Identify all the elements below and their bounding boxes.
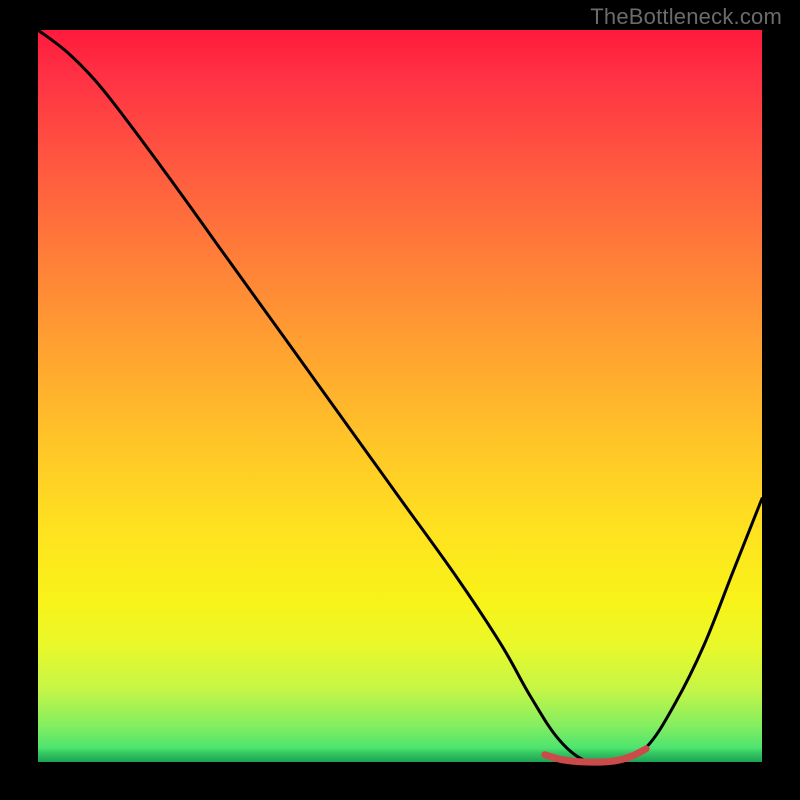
chart-container: TheBottleneck.com xyxy=(0,0,800,800)
optimal-range-marker xyxy=(545,749,646,762)
plot-area xyxy=(38,30,762,762)
watermark-text: TheBottleneck.com xyxy=(590,4,782,30)
bottleneck-curve xyxy=(38,30,762,765)
curve-layer xyxy=(38,30,762,762)
